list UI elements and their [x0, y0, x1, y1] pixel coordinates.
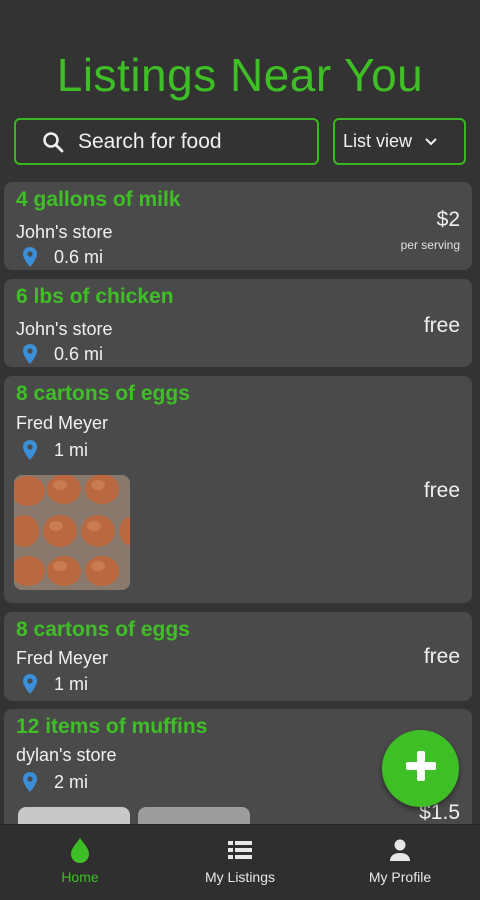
listing-store: Fred Meyer: [16, 413, 109, 433]
person-icon: [389, 837, 411, 863]
listing-price: free: [423, 314, 460, 337]
listing-store: dylan's store: [16, 745, 117, 765]
page-title: Listings Near You: [56, 49, 424, 101]
nav-item-my-listings[interactable]: My Listings: [160, 825, 320, 900]
listing-card[interactable]: 8 cartons of eggs Fred Meyer 1 mi free: [4, 376, 472, 603]
listing-price-note: per serving: [400, 238, 460, 252]
muffins-photo[interactable]: [138, 807, 250, 824]
nav-item-home[interactable]: Home: [0, 825, 160, 900]
search-icon: [42, 131, 64, 153]
nav-label: Home: [61, 869, 99, 885]
listing-name: 8 cartons of eggs: [16, 618, 190, 641]
listing-distance: 1 mi: [22, 673, 88, 695]
listing-store: John's store: [16, 222, 113, 242]
nav-label: My Profile: [368, 869, 432, 885]
listing-distance: 2 mi: [22, 771, 88, 793]
location-pin-icon: [22, 439, 40, 461]
list-icon: [228, 837, 252, 863]
listing-store: Fred Meyer: [16, 648, 109, 668]
plus-icon: [404, 749, 438, 788]
view-select[interactable]: List view: [333, 118, 466, 165]
listing-name: 6 lbs of chicken: [16, 285, 174, 308]
location-pin-icon: [22, 343, 40, 365]
listing-distance: 0.6 mi: [22, 343, 103, 365]
location-pin-icon: [22, 673, 40, 695]
listing-name: 4 gallons of milk: [16, 188, 181, 211]
listings-list[interactable]: 4 gallons of milk John's store 0.6 mi $2…: [0, 178, 480, 824]
listing-store: John's store: [16, 319, 113, 339]
drop-icon: [69, 837, 91, 863]
listing-card[interactable]: 8 cartons of eggs Fred Meyer 1 mi free: [4, 612, 472, 701]
view-select-value: List view: [343, 131, 413, 151]
search-bar[interactable]: [14, 118, 319, 165]
eggs-photo[interactable]: [14, 475, 130, 590]
listing-name: 12 items of muffins: [16, 715, 208, 738]
nav-item-my-profile[interactable]: My Profile: [320, 825, 480, 900]
listing-price: free: [423, 479, 460, 502]
location-pin-icon: [22, 771, 40, 793]
chevron-down-icon: [424, 137, 438, 147]
add-listing-button[interactable]: [382, 730, 459, 807]
location-pin-icon: [22, 246, 40, 268]
search-input[interactable]: [78, 129, 298, 154]
listing-card[interactable]: 6 lbs of chicken John's store 0.6 mi fre…: [4, 279, 472, 367]
bottom-nav: Home My Listings My Profile: [0, 824, 480, 900]
listing-name: 8 cartons of eggs: [16, 382, 190, 405]
muffins-photo[interactable]: [18, 807, 130, 824]
listing-distance: 0.6 mi: [22, 246, 103, 268]
listing-card[interactable]: 4 gallons of milk John's store 0.6 mi $2…: [4, 182, 472, 270]
nav-label: My Listings: [204, 869, 276, 885]
listing-distance: 1 mi: [22, 439, 88, 461]
listing-price: free: [423, 645, 460, 668]
listing-price: $2: [436, 208, 460, 231]
